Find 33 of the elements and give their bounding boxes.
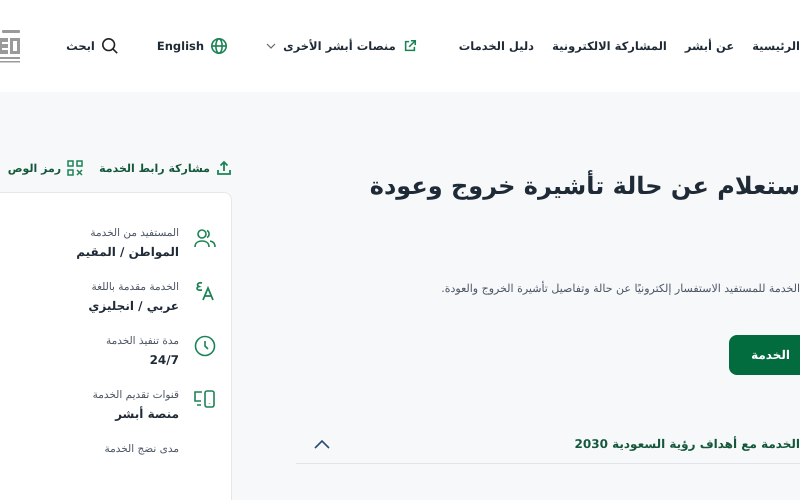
nav-link[interactable]: دليل الخدمات: [458, 39, 534, 53]
detail-label: مدة تنفيذ الخدمة: [106, 335, 179, 347]
chevron-down-icon: [266, 43, 276, 49]
detail-label: قنوات تقديم الخدمة: [92, 389, 179, 401]
detail-value: عربي / انجليزي: [88, 299, 179, 313]
detail-value: منصة أبشر: [114, 407, 179, 421]
upload-icon: [216, 160, 232, 176]
nav-link[interactable]: عن أبشر: [684, 39, 734, 53]
qr-code-button[interactable]: رمز الوص: [8, 158, 84, 178]
devices-icon: [194, 389, 216, 409]
platforms-menu[interactable]: منصات أبشر الأخرى: [266, 39, 417, 53]
external-link-icon: [402, 39, 417, 53]
detail-value: المواطن / المقيم: [76, 245, 179, 259]
nav-link[interactable]: المشاركة الالكترونية: [552, 39, 667, 53]
translate-icon: [194, 281, 216, 301]
search-button[interactable]: ابحث: [66, 37, 119, 55]
clock-icon: [194, 335, 216, 357]
detail-label: الخدمة مقدمة باللغة: [90, 281, 179, 293]
users-icon: [194, 227, 216, 249]
qr-code-icon: [67, 160, 84, 176]
detail-label: مدى نضج الخدمة: [104, 443, 179, 455]
start-service-button[interactable]: الخدمة: [729, 335, 800, 375]
globe-icon: [210, 37, 228, 55]
search-icon: [100, 37, 119, 55]
accordion-header[interactable]: الخدمة مع أهداف رؤية السعودية 2030: [296, 425, 800, 464]
share-link-button[interactable]: مشاركة رابط الخدمة: [99, 158, 232, 178]
page-title: ستعلام عن حالة تأشيرة خروج وعودة: [370, 172, 800, 200]
logo-icon: [0, 28, 22, 64]
service-description: الخدمة للمستفيد الاستفسار إلكترونيًا عن حالة وتفاصيل تأشيرة الخروج والعودة.: [441, 282, 800, 295]
detail-value: 24/7: [148, 353, 179, 367]
detail-label: المستفيد من الخدمة: [89, 227, 179, 239]
language-button[interactable]: English: [156, 37, 228, 55]
nav-link[interactable]: الرئيسية: [752, 39, 800, 53]
